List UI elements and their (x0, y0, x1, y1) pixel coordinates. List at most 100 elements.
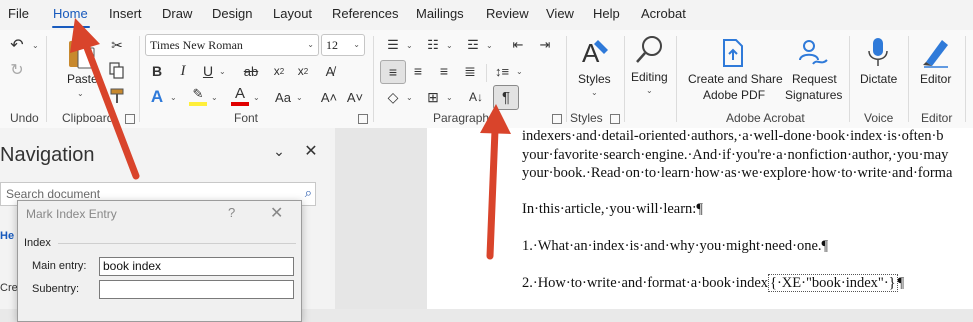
show-hide-formatting-button[interactable]: ¶ (493, 85, 519, 110)
align-left-button[interactable]: ≡ (380, 60, 406, 84)
tab-mailings[interactable]: Mailings (416, 6, 464, 21)
paragraph-mark: ¶ (897, 275, 905, 291)
styles-launcher-icon[interactable] (610, 114, 620, 124)
tab-acrobat[interactable]: Acrobat (641, 6, 686, 21)
clear-formatting-icon[interactable]: A̸ (321, 62, 339, 80)
change-case-chevron-icon[interactable]: ⌄ (296, 93, 303, 102)
dialog-close-icon[interactable]: ✕ (270, 203, 283, 223)
multilevel-chevron-icon[interactable]: ⌄ (486, 41, 493, 50)
search-icon[interactable]: ⌕ (305, 185, 312, 201)
tab-references[interactable]: References (332, 6, 398, 21)
font-color-chevron-icon[interactable]: ⌄ (253, 93, 260, 102)
paste-icon (69, 38, 95, 69)
group-label-voice: Voice (864, 111, 894, 125)
justify-icon[interactable]: ≣ (460, 62, 480, 80)
create-share-line1: Create and Share (688, 72, 783, 86)
text-effects-icon[interactable]: A (148, 87, 166, 106)
subscript-icon[interactable]: x2 (270, 62, 288, 80)
group-label-editor: Editor (921, 111, 953, 125)
divider (486, 64, 487, 82)
navigation-title: Navigation (0, 144, 95, 166)
sort-icon[interactable]: A ↓ (466, 88, 486, 106)
group-label-undo: Undo (10, 111, 39, 125)
main-entry-field[interactable]: book index (99, 257, 294, 276)
group-separator (566, 36, 567, 122)
shading-icon[interactable]: ◇ (383, 88, 403, 106)
tab-draw[interactable]: Draw (162, 6, 192, 21)
search-placeholder: Search document (6, 187, 101, 201)
list-item-text: 1.·What·an·index·is·and·why·you·might·ne… (522, 238, 829, 254)
main-entry-label: Main entry: (32, 260, 87, 272)
styles-icon: A (582, 38, 608, 68)
shrink-font-icon[interactable]: A˅ (345, 88, 365, 106)
paragraph-launcher-icon[interactable] (552, 114, 562, 124)
line-spacing-icon[interactable]: ↕≡ (492, 62, 512, 80)
decrease-indent-icon[interactable]: ⇤ (508, 36, 528, 54)
highlight-color-bar (189, 102, 207, 106)
multilevel-list-icon[interactable]: ☲ (463, 36, 483, 54)
tab-headings-peek[interactable]: He (0, 230, 14, 242)
editor-pen-icon (923, 40, 948, 68)
superscript-icon[interactable]: x2 (294, 62, 312, 80)
chevron-down-icon: ⌄ (307, 40, 314, 49)
increase-indent-icon[interactable]: ⇥ (535, 36, 555, 54)
group-separator (624, 36, 625, 122)
format-painter-icon[interactable] (109, 87, 125, 105)
section-divider (58, 243, 296, 244)
bold-icon[interactable]: B (148, 62, 166, 80)
align-center-icon[interactable]: ≡ (408, 62, 428, 80)
xe-index-field[interactable]: {·XE·"book·index"·} (768, 274, 898, 292)
undo-icon[interactable]: ↶ (8, 36, 26, 54)
tab-help[interactable]: Help (593, 6, 620, 21)
change-case-icon[interactable]: Aa (272, 88, 294, 106)
clipboard-launcher-icon[interactable] (125, 114, 135, 124)
styles-chevron-icon: ⌄ (591, 88, 598, 97)
group-separator (46, 36, 47, 122)
tab-file[interactable]: File (8, 6, 29, 21)
line-spacing-chevron-icon[interactable]: ⌄ (516, 67, 523, 76)
tab-home[interactable]: Home (53, 6, 88, 21)
font-size-dropdown[interactable]: 12 ⌄ (321, 34, 365, 56)
tab-design[interactable]: Design (212, 6, 252, 21)
microphone-icon (868, 38, 888, 66)
undo-dropdown-chevron-icon[interactable]: ⌄ (32, 41, 39, 50)
highlighter-icon: ✎ (192, 86, 204, 101)
bullets-icon[interactable]: ☰ (383, 36, 403, 54)
borders-icon[interactable]: ⊞ (423, 88, 443, 106)
italic-icon[interactable]: I (174, 62, 192, 80)
help-icon[interactable]: ? (228, 205, 235, 220)
strikethrough-icon[interactable]: ab (240, 62, 262, 80)
copy-icon[interactable] (109, 62, 125, 80)
pilcrow-icon: ¶ (501, 88, 511, 106)
numbering-icon[interactable]: ☷ (423, 36, 443, 54)
align-right-icon[interactable]: ≡ (434, 62, 454, 80)
bullets-chevron-icon[interactable]: ⌄ (406, 41, 413, 50)
tab-review[interactable]: Review (486, 6, 529, 21)
cut-icon[interactable]: ✂ (108, 36, 126, 54)
borders-chevron-icon[interactable]: ⌄ (446, 93, 453, 102)
text-effects-chevron-icon[interactable]: ⌄ (170, 93, 177, 102)
close-icon[interactable]: ✕ (302, 142, 320, 160)
grow-shrink-font-icon[interactable]: A˄ (319, 88, 339, 106)
dictate-label: Dictate (860, 72, 898, 86)
chevron-down-icon[interactable]: ⌄ (270, 142, 288, 160)
group-separator (965, 36, 966, 122)
paste-dropdown-chevron-icon: ⌄ (77, 89, 84, 98)
tab-view[interactable]: View (546, 6, 574, 21)
redo-icon[interactable]: ↻ (8, 61, 26, 79)
numbering-chevron-icon[interactable]: ⌄ (446, 41, 453, 50)
paste-label: Paste (67, 72, 98, 86)
tab-insert[interactable]: Insert (109, 6, 142, 21)
subentry-field[interactable] (99, 280, 294, 299)
highlight-chevron-icon[interactable]: ⌄ (211, 93, 218, 102)
request-line1: Request (792, 72, 837, 86)
font-name-dropdown[interactable]: Times New Roman ⌄ (145, 34, 319, 56)
styles-label: Styles (578, 72, 611, 86)
underline-icon[interactable]: U (199, 62, 217, 80)
underline-chevron-icon[interactable]: ⌄ (219, 67, 226, 76)
font-launcher-icon[interactable] (358, 114, 368, 124)
shading-chevron-icon[interactable]: ⌄ (406, 93, 413, 102)
create-share-line2: Adobe PDF (703, 88, 766, 102)
document-page[interactable]: indexers·and·detail-oriented·authors,·a·… (427, 128, 973, 309)
tab-layout[interactable]: Layout (273, 6, 312, 21)
